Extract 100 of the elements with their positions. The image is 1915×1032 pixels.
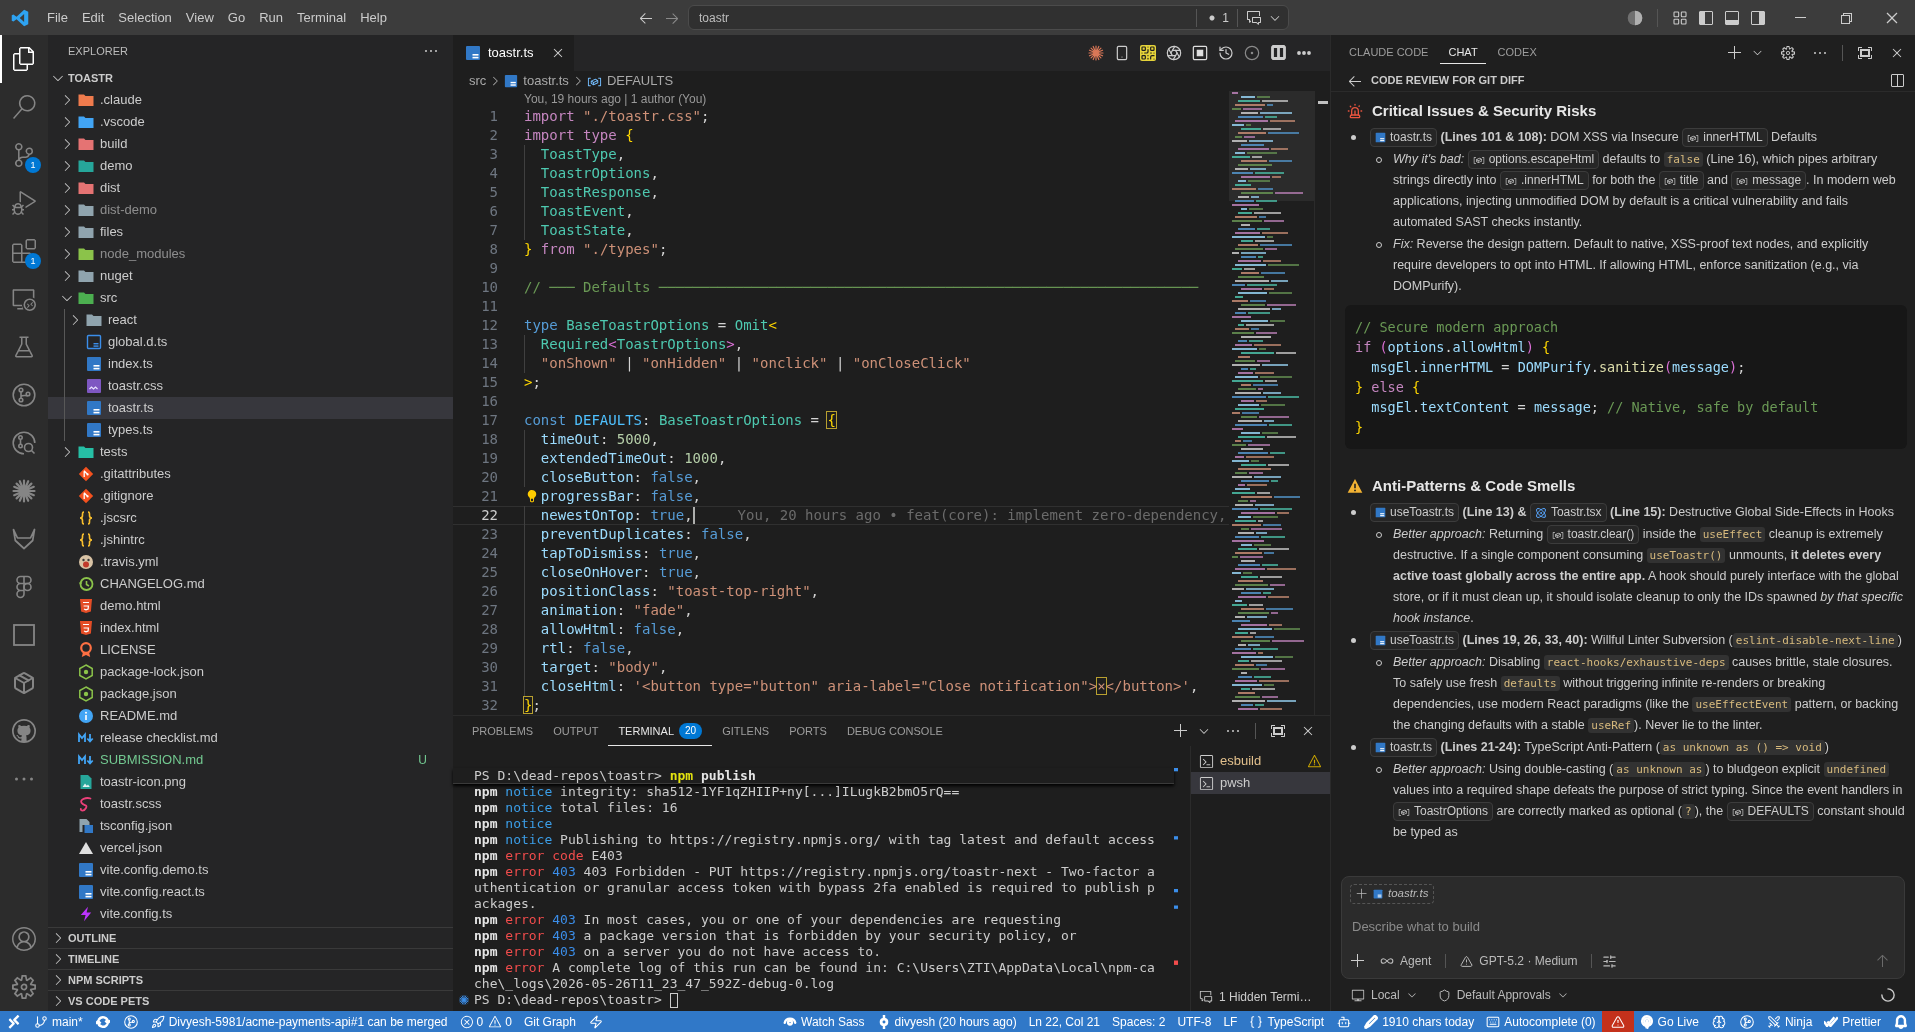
tree-item[interactable]: src: [48, 287, 453, 309]
tree-item[interactable]: toastr.css: [48, 375, 453, 397]
context-chip[interactable]: toastr.ts: [1350, 884, 1435, 904]
sparkle-icon[interactable]: [12, 479, 36, 503]
menu-item[interactable]: Help: [353, 5, 394, 30]
reference-link[interactable]: toastr.ts: [1370, 128, 1438, 148]
layout-grid-icon[interactable]: [1672, 9, 1688, 26]
section-header[interactable]: TIMELINE: [48, 948, 453, 969]
panel-bottom-icon[interactable]: [1724, 9, 1740, 26]
panel-tab[interactable]: TERMINAL 20: [608, 716, 713, 746]
tree-item[interactable]: SUBMISSION.md U: [48, 749, 453, 771]
model-picker[interactable]: GPT-5.2 · Medium: [1456, 952, 1582, 970]
reference-link[interactable]: .innerHTML: [1500, 171, 1589, 191]
tree-item[interactable]: CHANGELOG.md: [48, 573, 453, 595]
tree-item[interactable]: vite.config.ts: [48, 903, 453, 925]
reference-link[interactable]: title: [1658, 171, 1704, 191]
bell-icon[interactable]: [1894, 1014, 1908, 1029]
alert-status-button[interactable]: [1601, 1011, 1634, 1032]
prompt-input[interactable]: Describe what to build: [1350, 916, 1896, 936]
tree-item[interactable]: index.html: [48, 617, 453, 639]
sidebar-left-icon[interactable]: [1698, 9, 1714, 26]
panel-tab[interactable]: PORTS: [779, 716, 837, 746]
chat-bubbles-icon[interactable]: [1246, 9, 1262, 26]
add-icon[interactable]: [1350, 953, 1366, 969]
play-bug-icon[interactable]: [12, 191, 36, 215]
tree-item[interactable]: dist-demo: [48, 199, 453, 221]
tree-item[interactable]: global.d.ts: [48, 331, 453, 353]
search-icon[interactable]: [12, 95, 36, 119]
phone-icon[interactable]: [1114, 45, 1130, 61]
package-icon[interactable]: [12, 671, 36, 695]
tree-item[interactable]: node_modules: [48, 243, 453, 265]
panel-tab[interactable]: DEBUG CONSOLE: [836, 716, 953, 746]
menu-item[interactable]: File: [40, 5, 75, 30]
reference-link[interactable]: useToastr.ts: [1370, 631, 1460, 651]
robot-icon[interactable]: [1337, 1014, 1352, 1029]
menu-item[interactable]: Go: [220, 5, 253, 30]
reference-link[interactable]: innerHTML: [1682, 128, 1768, 148]
tree-root[interactable]: TOASTR: [48, 67, 453, 89]
status-item[interactable]: UTF-8: [1171, 1011, 1218, 1032]
branch-search-icon[interactable]: [12, 431, 36, 455]
tree-item[interactable]: .jshintrc: [48, 529, 453, 551]
tree-item[interactable]: .travis.yml: [48, 551, 453, 573]
status-item[interactable]: Ninja: [1760, 1011, 1819, 1032]
sparkle-icon[interactable]: [1088, 45, 1104, 61]
tree-item[interactable]: toastr.ts: [48, 397, 453, 419]
menu-item[interactable]: View: [178, 5, 221, 30]
octocat-icon[interactable]: [12, 719, 36, 743]
changes-count[interactable]: 1: [1207, 8, 1237, 27]
framed-square-icon[interactable]: [1192, 45, 1208, 61]
reference-link[interactable]: toastr.ts: [1370, 738, 1438, 758]
section-header[interactable]: OUTLINE: [48, 927, 453, 948]
add-icon[interactable]: [1173, 723, 1189, 739]
status-item[interactable]: LF: [1217, 1011, 1244, 1032]
reference-link[interactable]: useToastr.ts: [1370, 503, 1460, 523]
lightning-icon[interactable]: [588, 1014, 603, 1029]
square-icon[interactable]: [12, 623, 36, 647]
tree-item[interactable]: tsconfig.json: [48, 815, 453, 837]
tree-item[interactable]: package-lock.json: [48, 661, 453, 683]
status-item[interactable]: Git Graph: [517, 1011, 582, 1032]
status-item[interactable]: 1910 chars today: [1358, 1011, 1481, 1032]
status-item[interactable]: divyesh (20 hours ago): [870, 1011, 1023, 1032]
menu-item[interactable]: Run: [252, 5, 290, 30]
sidebar-right-icon[interactable]: [1750, 9, 1766, 26]
panel-tab[interactable]: PROBLEMS: [462, 716, 544, 746]
status-item[interactable]: Ln 22, Col 21: [1022, 1011, 1107, 1032]
qr-code-icon[interactable]: [1140, 45, 1156, 61]
chat-tab[interactable]: CODEX: [1489, 41, 1545, 64]
status-item[interactable]: Watch Sass: [777, 1011, 871, 1032]
tree-item[interactable]: demo.html: [48, 595, 453, 617]
tree-item[interactable]: demo: [48, 155, 453, 177]
circle-dot-icon[interactable]: [1244, 45, 1260, 61]
menu-item[interactable]: Terminal: [290, 5, 354, 30]
panel-tab[interactable]: OUTPUT: [543, 716, 609, 746]
status-item[interactable]: main*: [28, 1011, 89, 1032]
chat-tab[interactable]: CHAT: [1440, 41, 1486, 64]
history-icon[interactable]: [1218, 45, 1234, 61]
menu-item[interactable]: Edit: [74, 5, 112, 30]
half-sphere-icon[interactable]: [1627, 9, 1643, 26]
reference-link[interactable]: toastr.clear(): [1546, 525, 1640, 545]
tree-item[interactable]: toastr.scss: [48, 793, 453, 815]
workspace-label[interactable]: toastr: [699, 8, 1197, 27]
add-icon[interactable]: [1727, 44, 1743, 61]
split-panel-icon[interactable]: [1889, 72, 1905, 89]
tree-item[interactable]: .jscsrc: [48, 507, 453, 529]
tree-item[interactable]: toastr-icon.png: [48, 771, 453, 793]
mode-picker[interactable]: Agent: [1376, 952, 1436, 970]
tree-item[interactable]: index.ts: [48, 353, 453, 375]
breadcrumb-item[interactable]: toastr.ts: [504, 71, 569, 91]
status-item[interactable]: Divyesh-5981/acme-payments-api#1 can be merged: [144, 1011, 454, 1032]
target-picker[interactable]: Local: [1351, 986, 1418, 1004]
reference-link[interactable]: Toastr.tsx: [1529, 503, 1607, 523]
chat-tab[interactable]: CLAUDE CODE: [1341, 41, 1437, 64]
tree-item[interactable]: LICENSE: [48, 639, 453, 661]
tree-item[interactable]: README.md: [48, 705, 453, 727]
status-item[interactable]: Autocomplete (0): [1480, 1011, 1602, 1032]
terminal-session[interactable]: pwsh: [1191, 772, 1330, 794]
account-icon[interactable]: [12, 927, 36, 951]
tree-item[interactable]: .gitattributes: [48, 463, 453, 485]
approvals-picker[interactable]: Default Approvals: [1437, 986, 1569, 1004]
brain-icon[interactable]: [1711, 1014, 1726, 1029]
